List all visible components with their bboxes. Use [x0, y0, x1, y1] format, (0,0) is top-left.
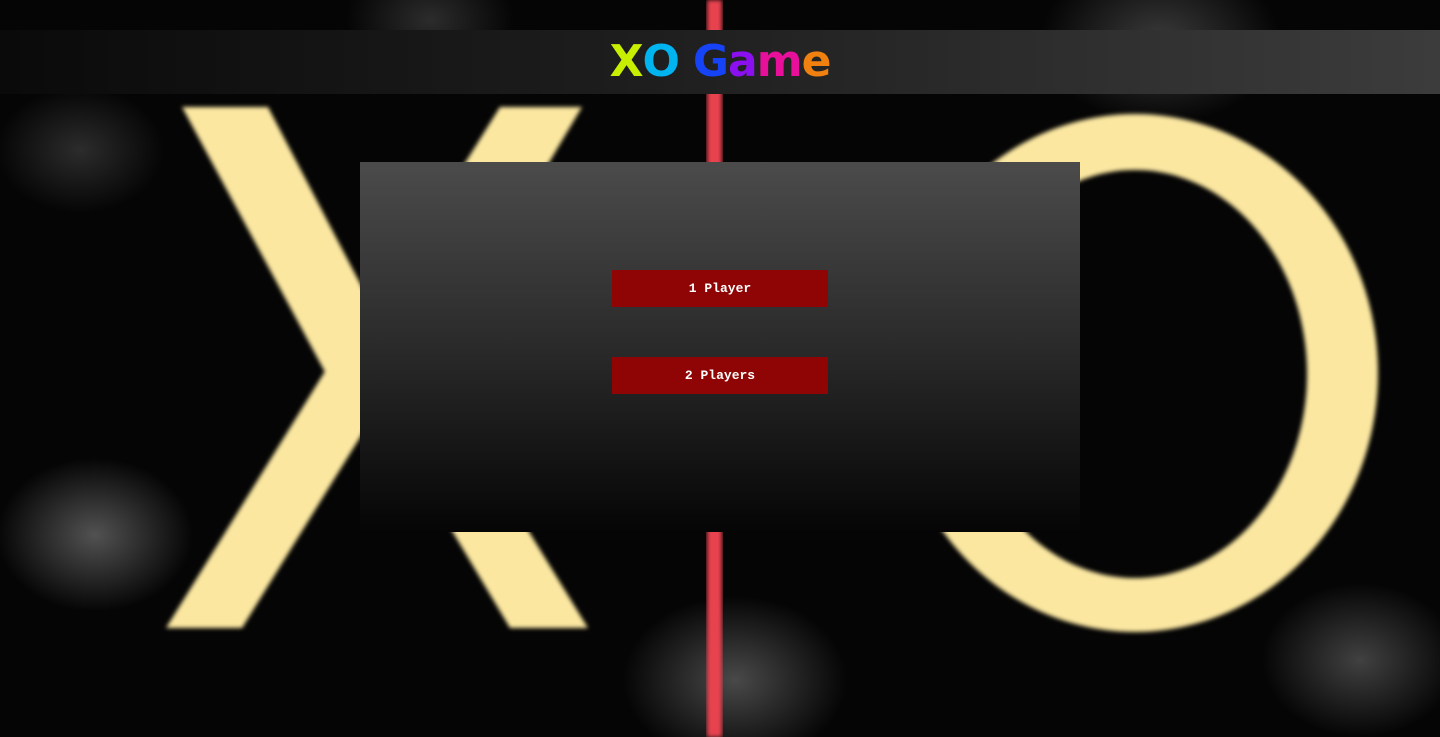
title-letter — [679, 40, 693, 84]
title-letter: a — [728, 36, 758, 87]
one-player-button[interactable]: 1 Player — [612, 270, 828, 307]
title-letter: X — [609, 36, 644, 87]
game-screen: XO Game 1 Player 2 Players — [0, 0, 1440, 737]
title-letter: e — [801, 36, 832, 87]
two-players-button[interactable]: 2 Players — [612, 357, 828, 394]
game-title: XO Game — [609, 36, 832, 87]
title-letter: m — [756, 36, 803, 87]
header-bar: XO Game — [0, 30, 1440, 94]
title-letter: G — [692, 36, 729, 87]
title-letter: O — [642, 36, 680, 87]
mode-select-panel: 1 Player 2 Players — [360, 162, 1080, 532]
